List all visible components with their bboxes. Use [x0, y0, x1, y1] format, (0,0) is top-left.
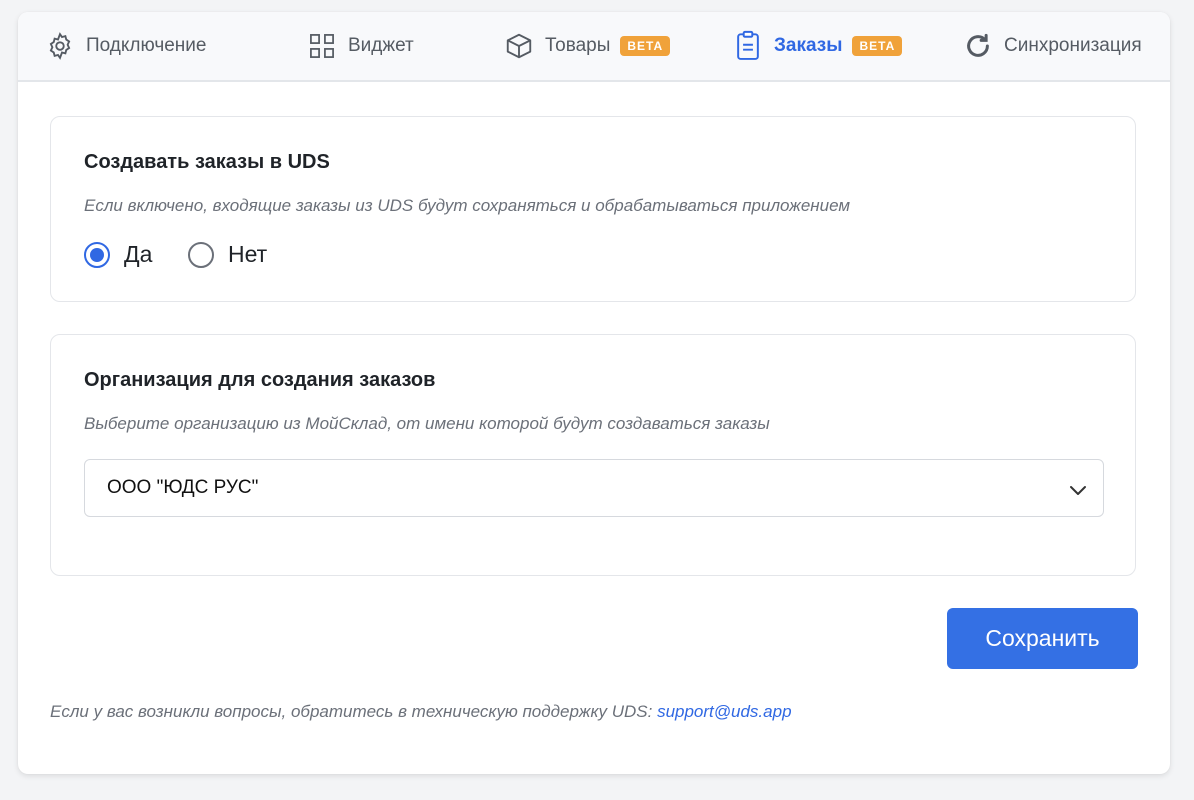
radio-yes[interactable]: Да — [84, 241, 152, 268]
tab-widget[interactable]: Виджет — [306, 12, 414, 80]
beta-badge: BETA — [620, 36, 671, 56]
tab-label: Подключение — [86, 35, 207, 56]
create-orders-title: Создавать заказы в UDS — [84, 151, 330, 173]
tab-label: Заказы — [774, 35, 843, 56]
radio-yes-label: Да — [124, 241, 153, 267]
clipboard-icon — [732, 30, 764, 62]
organization-card: Организация для создания заказов Выберит… — [50, 334, 1136, 576]
radio-no[interactable]: Нет — [188, 241, 267, 268]
box-icon — [503, 30, 535, 62]
organization-title: Организация для создания заказов — [84, 369, 436, 391]
tab-label: Товары — [545, 35, 611, 56]
support-text: Если у вас возникли вопросы, обратитесь … — [50, 702, 658, 721]
create-orders-card: Создавать заказы в UDS Если включено, вх… — [50, 116, 1136, 302]
radio-no-indicator[interactable] — [188, 241, 214, 268]
tab-sync[interactable]: Синхронизация — [962, 12, 1142, 80]
beta-badge: BETA — [852, 36, 903, 56]
tab-label: Виджет — [348, 35, 414, 56]
tab-products[interactable]: Товары BETA — [503, 12, 671, 80]
radio-no-label: Нет — [228, 241, 268, 267]
tab-orders[interactable]: Заказы BETA — [732, 12, 903, 80]
chevron-down-icon — [1069, 480, 1087, 502]
refresh-icon — [962, 30, 994, 62]
grid-icon — [306, 30, 338, 62]
organization-select[interactable]: ООО "ЮДС РУС" — [84, 459, 1104, 517]
organization-selected-value: ООО "ЮДС РУС" — [107, 477, 259, 498]
create-orders-description: Если включено, входящие заказы из UDS бу… — [84, 196, 851, 215]
tab-connection[interactable]: Подключение — [44, 12, 206, 80]
tab-bar: Подключение Виджет Товары BETA Заказы BE… — [18, 12, 1170, 82]
gear-icon — [44, 30, 76, 62]
tab-label: Синхронизация — [1004, 35, 1142, 56]
settings-panel: Подключение Виджет Товары BETA Заказы BE… — [18, 12, 1170, 774]
support-footer: Если у вас возникли вопросы, обратитесь … — [50, 702, 792, 722]
support-email-link[interactable]: support@uds.app — [657, 702, 791, 721]
radio-yes-indicator[interactable] — [84, 241, 110, 268]
organization-description: Выберите организацию из МойСклад, от име… — [84, 414, 770, 433]
save-button[interactable]: Сохранить — [947, 608, 1138, 669]
